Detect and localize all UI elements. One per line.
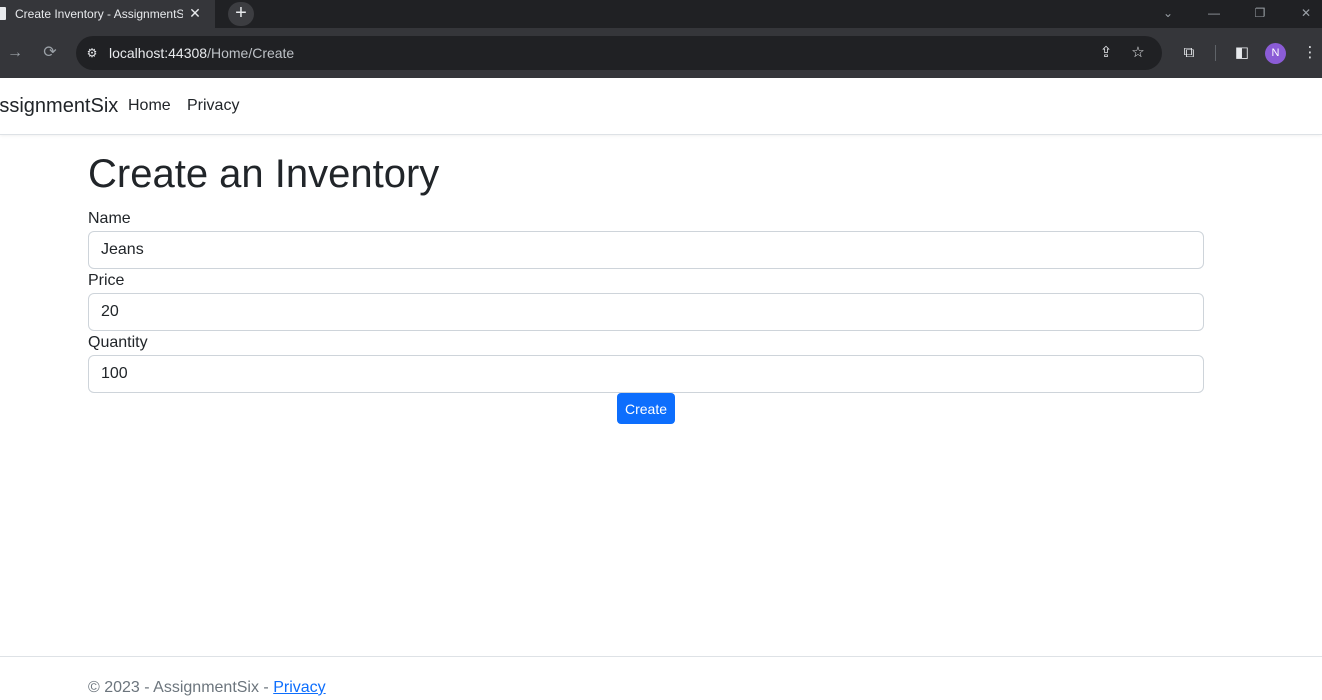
url-path: /Home/Create bbox=[207, 45, 295, 61]
footer-privacy-link[interactable]: Privacy bbox=[273, 679, 325, 696]
site-brand[interactable]: AssignmentSix bbox=[0, 95, 118, 118]
tab-title: Create Inventory - AssignmentSix bbox=[15, 7, 183, 21]
price-input[interactable] bbox=[88, 293, 1204, 331]
profile-avatar[interactable]: N bbox=[1265, 43, 1286, 64]
side-panel-icon[interactable]: ◧ bbox=[1232, 43, 1252, 63]
name-label: Name bbox=[88, 210, 131, 227]
nav-link-privacy[interactable]: Privacy bbox=[187, 97, 239, 115]
site-footer: © 2023 - AssignmentSix - Privacy bbox=[0, 656, 1322, 700]
footer-text: © 2023 - AssignmentSix - Privacy bbox=[88, 679, 326, 697]
create-button[interactable]: Create bbox=[617, 393, 675, 424]
forward-arrow-icon[interactable]: → bbox=[5, 43, 25, 63]
price-label: Price bbox=[88, 272, 125, 289]
site-navbar: AssignmentSix Home Privacy bbox=[0, 78, 1322, 135]
address-url[interactable]: localhost:44308/Home/Create bbox=[109, 45, 294, 61]
restore-icon[interactable]: ❐ bbox=[1249, 4, 1271, 22]
tab-close-icon[interactable]: ✕ bbox=[187, 5, 203, 21]
window-close-icon[interactable]: ✕ bbox=[1295, 4, 1317, 22]
quantity-label: Quantity bbox=[88, 334, 148, 351]
extensions-icon[interactable]: ⧉ bbox=[1179, 43, 1199, 63]
browser-tab-active[interactable]: Create Inventory - AssignmentSix ✕ bbox=[0, 0, 215, 28]
bookmark-star-icon[interactable]: ☆ bbox=[1129, 44, 1147, 62]
tab-search-icon[interactable]: ⌄ bbox=[1157, 4, 1179, 22]
address-bar[interactable]: ⚙ localhost:44308/Home/Create ⇪ ☆ bbox=[76, 36, 1162, 70]
site-info-icon[interactable]: ⚙ bbox=[84, 45, 100, 61]
nav-link-home[interactable]: Home bbox=[128, 97, 171, 115]
page-title: Create an Inventory bbox=[88, 152, 440, 196]
toolbar-divider bbox=[1215, 45, 1216, 61]
url-host: localhost:44308 bbox=[109, 45, 208, 61]
browser-tab-strip: Create Inventory - AssignmentSix ✕ + ⌄ —… bbox=[0, 0, 1322, 28]
browser-toolbar: → ⟳ ⚙ localhost:44308/Home/Create ⇪ ☆ ⧉ … bbox=[0, 28, 1322, 78]
share-icon[interactable]: ⇪ bbox=[1097, 44, 1115, 62]
quantity-input[interactable] bbox=[88, 355, 1204, 393]
new-tab-button[interactable]: + bbox=[228, 2, 254, 26]
reload-icon[interactable]: ⟳ bbox=[40, 43, 60, 63]
page-favicon-icon bbox=[0, 7, 6, 20]
name-input[interactable] bbox=[88, 231, 1204, 269]
footer-copyright: © 2023 - AssignmentSix - bbox=[88, 679, 274, 696]
minimize-icon[interactable]: — bbox=[1203, 4, 1225, 22]
browser-menu-icon[interactable]: ⋮ bbox=[1300, 43, 1320, 63]
